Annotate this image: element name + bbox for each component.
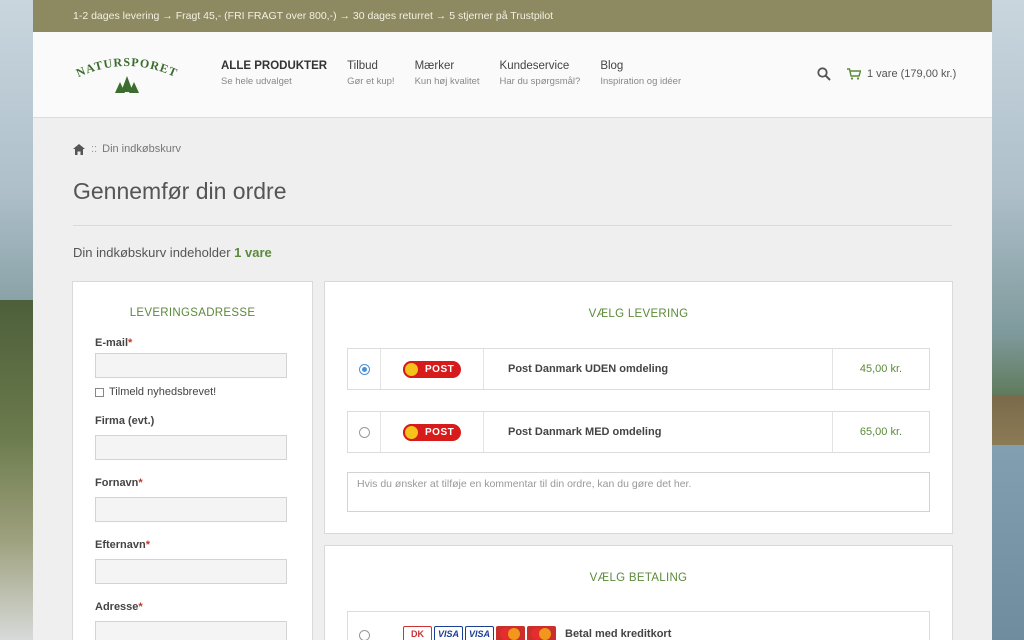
post-logo-text: POST — [425, 426, 455, 438]
carrier-logo-cell: POST — [381, 349, 484, 389]
post-danmark-logo: POST — [403, 423, 461, 441]
cart-icon — [847, 68, 861, 80]
nav-item-blog[interactable]: Blog Inspiration og idéer — [600, 59, 681, 89]
nav-item-offers[interactable]: Tilbud Gør et kup! — [347, 59, 395, 89]
mastercard-icon — [496, 626, 525, 640]
firstname-field-group: Fornavn* — [95, 477, 312, 522]
nav-item-title: Mærker — [414, 60, 455, 72]
shipping-option-without-delivery[interactable]: POST Post Danmark UDEN omdeling 45,00 kr… — [347, 348, 930, 390]
company-field-group: Firma (evt.) — [95, 415, 312, 460]
background-shore — [992, 395, 1024, 445]
email-field-group: E-mail* — [95, 337, 312, 378]
visa-icon: VISA — [434, 626, 463, 640]
company-label: Firma (evt.) — [95, 415, 155, 427]
divider — [73, 225, 952, 226]
shipping-option-with-delivery[interactable]: POST Post Danmark MED omdeling 65,00 kr. — [347, 411, 930, 453]
radio-cell — [348, 612, 381, 640]
nav-item-subtitle: Inspiration og idéer — [600, 76, 682, 87]
newsletter-option[interactable]: Tilmeld nyhedsbrevet! — [95, 386, 312, 398]
post-logo-text: POST — [425, 363, 455, 375]
nav-item-all-products[interactable]: ALLE PRODUKTER Se hele udvalget — [221, 59, 327, 89]
card-logos: DK VISA VISA — [403, 626, 558, 640]
nav-item-subtitle: Se hele udvalget — [221, 76, 292, 87]
panel-title: LEVERINGSADRESSE — [129, 307, 256, 319]
post-danmark-logo: POST — [403, 360, 461, 378]
nav-item-brands[interactable]: Mærker Kun høj kvalitet — [415, 59, 480, 89]
cart-label: 1 vare (179,00 kr.) — [867, 68, 957, 80]
site-container: 1-2 dages levering → Fragt 45,- (FRI FRA… — [33, 0, 992, 640]
dankort-icon: DK — [403, 626, 432, 640]
site-header: NATURSPORET ALLE PRODUKTER Se hele udval… — [33, 32, 992, 118]
company-field[interactable] — [95, 435, 287, 460]
main-content: :: Din indkøbskurv Gennemfør din ordre D… — [33, 142, 992, 260]
firstname-field[interactable] — [95, 497, 287, 522]
shipping-option-price: 65,00 kr. — [859, 426, 903, 438]
site-logo[interactable]: NATURSPORET — [71, 55, 183, 96]
cart-summary-text: Din indkøbskurv indeholder — [73, 245, 231, 260]
shipping-radio[interactable] — [358, 426, 370, 438]
search-icon[interactable] — [817, 67, 833, 83]
maestro-icon — [527, 626, 556, 640]
nav-item-subtitle: Gør et kup! — [347, 76, 395, 87]
payment-radio[interactable] — [359, 629, 370, 640]
shipping-radio[interactable] — [358, 363, 370, 375]
carrier-logo-cell: POST — [381, 412, 484, 452]
radio-cell — [348, 412, 381, 452]
nav-item-title: Kundeservice — [499, 60, 570, 72]
nav-item-customer-service[interactable]: Kundeservice Har du spørgsmål? — [500, 59, 581, 89]
firstname-label: Fornavn* — [95, 477, 143, 489]
breadcrumb-current: Din indkøbskurv — [102, 143, 181, 155]
nav-item-title: ALLE PRODUKTER — [221, 60, 328, 72]
payment-option-label: Betal med kreditkort — [565, 628, 672, 640]
visa-electron-icon: VISA — [465, 626, 494, 640]
breadcrumb-separator: :: — [91, 143, 98, 155]
post-horn-icon — [403, 423, 420, 441]
cart-button[interactable]: 1 vare (179,00 kr.) — [847, 68, 956, 80]
payment-option-credit-card[interactable]: DK VISA VISA Betal med kreditkort — [347, 611, 930, 640]
lastname-label: Efternavn* — [95, 539, 151, 551]
breadcrumb: :: Din indkøbskurv — [73, 142, 952, 156]
radio-cell — [348, 349, 381, 389]
shipping-option-price: 45,00 kr. — [859, 363, 903, 375]
main-nav: ALLE PRODUKTER Se hele udvalget Tilbud G… — [221, 59, 701, 89]
home-icon[interactable] — [73, 143, 85, 155]
usp-bar: 1-2 dages levering → Fragt 45,- (FRI FRA… — [33, 0, 992, 32]
newsletter-checkbox[interactable] — [95, 387, 104, 397]
nav-item-title: Tilbud — [347, 60, 378, 72]
background-trees — [0, 300, 34, 640]
panel-title: VÆLG BETALING — [589, 572, 688, 584]
shipping-option-name: Post Danmark UDEN omdeling — [484, 349, 833, 389]
order-comment-textarea[interactable]: Hvis du ønsker at tilføje en kommentar t… — [347, 472, 930, 512]
address-field-group: Adresse* — [95, 601, 312, 640]
lastname-field[interactable] — [95, 559, 287, 584]
nav-item-subtitle: Har du spørgsmål? — [499, 76, 581, 87]
delivery-address-panel: LEVERINGSADRESSE E-mail* Tilmeld nyhedsb… — [72, 281, 313, 640]
nav-item-title: Blog — [600, 60, 624, 72]
address-field[interactable] — [95, 621, 287, 640]
shipping-option-name: Post Danmark MED omdeling — [484, 412, 833, 452]
nav-item-subtitle: Kun høj kvalitet — [414, 76, 480, 87]
post-horn-icon — [403, 360, 420, 378]
email-label: E-mail* — [95, 337, 133, 349]
address-label: Adresse* — [95, 601, 143, 613]
newsletter-label: Tilmeld nyhedsbrevet! — [109, 386, 217, 398]
payment-panel: VÆLG BETALING DK VISA VISA Betal med kre… — [324, 545, 953, 640]
page-title: Gennemfør din ordre — [73, 178, 287, 204]
panel-title: VÆLG LEVERING — [588, 308, 689, 320]
cart-summary: Din indkøbskurv indeholder 1 vare — [73, 245, 952, 260]
shipping-panel: VÆLG LEVERING POST Post Danmark UDEN omd… — [324, 281, 953, 534]
cart-summary-count: 1 vare — [234, 245, 272, 260]
email-field[interactable] — [95, 353, 287, 378]
lastname-field-group: Efternavn* — [95, 539, 312, 584]
